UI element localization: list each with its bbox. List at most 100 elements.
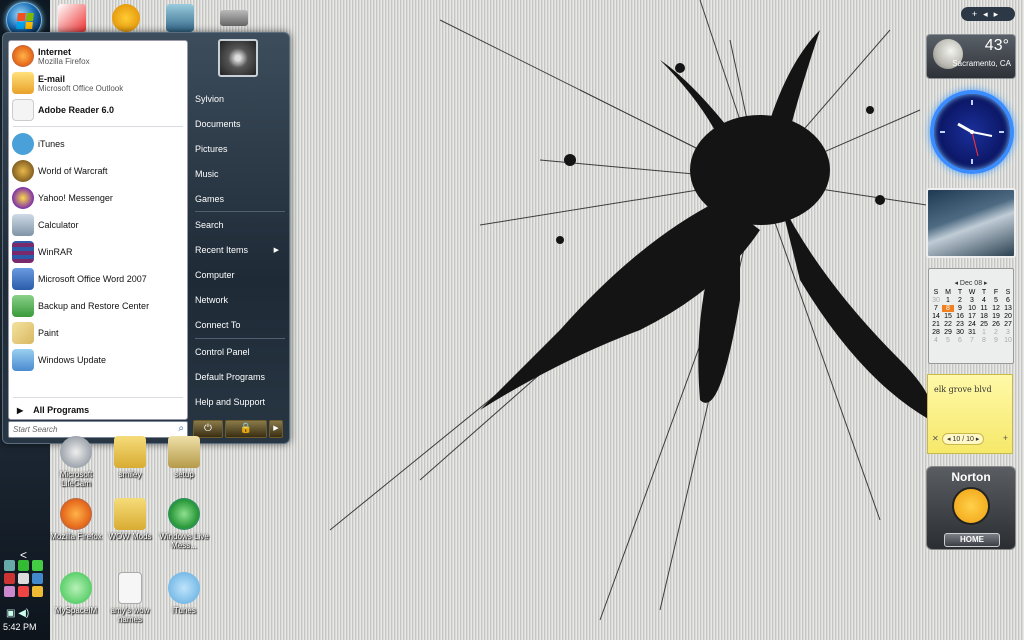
calendar-day[interactable]: 27 [1002, 321, 1014, 328]
calendar-day[interactable]: 9 [954, 305, 966, 312]
calendar-day[interactable]: 7 [966, 337, 978, 344]
pinned-email[interactable]: E-mail Microsoft Office Outlook [9, 70, 187, 96]
calendar-day[interactable]: 9 [990, 337, 1002, 344]
menu-computer[interactable]: Computer [195, 265, 285, 285]
calendar-day[interactable]: 6 [954, 337, 966, 344]
network-volume-icon[interactable]: ▣ ◀) [6, 608, 29, 619]
menu-games[interactable]: Games [195, 189, 285, 209]
clock-gadget[interactable] [930, 90, 1014, 174]
desktop-icon-firefox[interactable]: Mozilla Firefox [48, 498, 104, 541]
recent-wow[interactable]: World of Warcraft [9, 158, 187, 184]
calendar-day[interactable]: 6 [1002, 297, 1014, 304]
calendar-day[interactable]: 1 [978, 329, 990, 336]
calendar-day[interactable]: 12 [990, 305, 1002, 312]
recent-windows-update[interactable]: Windows Update [9, 347, 187, 373]
calendar-day[interactable]: 29 [942, 329, 954, 336]
drive-quicklaunch-icon[interactable] [220, 10, 248, 26]
calendar-day[interactable]: 30 [954, 329, 966, 336]
recent-calculator[interactable]: Calculator [9, 212, 187, 238]
tray-app-icon[interactable] [32, 573, 43, 584]
calendar-day[interactable]: 3 [966, 297, 978, 304]
calendar-day[interactable]: 21 [930, 321, 942, 328]
next-month-icon[interactable]: ▸ [982, 280, 988, 287]
recent-yahoo[interactable]: Yahoo! Messenger [9, 185, 187, 211]
calendar-day[interactable]: 31 [966, 329, 978, 336]
calendar-day[interactable]: 5 [990, 297, 1002, 304]
menu-network[interactable]: Network [195, 290, 285, 310]
calendar-day[interactable]: 16 [954, 313, 966, 320]
desktop-icon-wow-names[interactable]: amy's wow names [102, 572, 158, 624]
menu-help-support[interactable]: Help and Support [195, 392, 285, 412]
recent-winrar[interactable]: WinRAR [9, 239, 187, 265]
all-programs-button[interactable]: ▶ All Programs [17, 405, 89, 415]
norton-home-button[interactable]: HOME [944, 533, 1000, 547]
calendar-day[interactable]: 2 [954, 297, 966, 304]
calendar-day[interactable]: 15 [942, 313, 954, 320]
user-avatar[interactable] [218, 39, 258, 77]
recent-paint[interactable]: Paint [9, 320, 187, 346]
desktop-icon-smiley[interactable]: smiley [102, 436, 158, 479]
tray-app-icon[interactable] [4, 586, 15, 597]
menu-music[interactable]: Music [195, 164, 285, 184]
calendar-day[interactable]: 26 [990, 321, 1002, 328]
menu-recent-items[interactable]: Recent Items ▶ [195, 240, 285, 260]
calendar-day[interactable]: 17 [966, 313, 978, 320]
globe-quicklaunch-icon[interactable] [112, 4, 140, 32]
notes-gadget[interactable]: elk grove blvd ✕ ◂ 10 / 10 ▸ + [927, 374, 1013, 454]
calendar-day[interactable]: 24 [966, 321, 978, 328]
desktop-icon-live-messenger[interactable]: Windows Live Mess... [156, 498, 212, 550]
tray-messenger-icon[interactable] [18, 560, 29, 571]
calendar-day[interactable]: 28 [930, 329, 942, 336]
tray-app-icon[interactable] [18, 586, 29, 597]
tray-messenger-icon[interactable] [32, 560, 43, 571]
desktop-icon-myspaceim[interactable]: MySpaceIM [48, 572, 104, 615]
recent-backup[interactable]: Backup and Restore Center [9, 293, 187, 319]
calendar-day[interactable]: 8 [942, 305, 954, 312]
menu-pictures[interactable]: Pictures [195, 139, 285, 159]
calendar-day[interactable]: 14 [930, 313, 942, 320]
desktop-icon-wow-mods[interactable]: WOW Mods [102, 498, 158, 541]
calendar-day[interactable]: 4 [978, 297, 990, 304]
acrobat-quicklaunch-icon[interactable] [58, 4, 86, 32]
tray-app-icon[interactable] [18, 573, 29, 584]
calendar-day[interactable]: 2 [990, 329, 1002, 336]
menu-control-panel[interactable]: Control Panel [195, 342, 285, 362]
desktop-icon-lifecam[interactable]: Microsoft LifeCam [48, 436, 104, 488]
calendar-day[interactable]: 4 [930, 337, 942, 344]
pinned-adobe-reader[interactable]: Adobe Reader 6.0 [9, 97, 187, 123]
menu-search[interactable]: Search [195, 215, 285, 235]
add-note-icon[interactable]: + [1003, 433, 1008, 443]
recent-word[interactable]: Microsoft Office Word 2007 [9, 266, 187, 292]
calendar-day[interactable]: 3 [1002, 329, 1014, 336]
calendar-day[interactable]: 23 [954, 321, 966, 328]
menu-connect-to[interactable]: Connect To [195, 315, 285, 335]
calendar-day[interactable]: 10 [966, 305, 978, 312]
calendar-day[interactable]: 7 [930, 305, 942, 312]
calendar-day[interactable]: 19 [990, 313, 1002, 320]
calendar-day[interactable]: 20 [1002, 313, 1014, 320]
calendar-day[interactable]: 30 [930, 297, 942, 304]
calendar-gadget[interactable]: ◂ Dec 08 ▸ S M T W T F S 30 1 2 3 4 5 6 7 8 9 10 11 12 13 14 1… [928, 268, 1014, 364]
search-icon[interactable]: ⌕ [178, 423, 184, 434]
calendar-day[interactable]: 5 [942, 337, 954, 344]
power-options-arrow-icon[interactable]: ▶ [269, 420, 283, 438]
pinned-internet[interactable]: Internet Mozilla Firefox [9, 43, 187, 69]
taskbar-clock[interactable]: 5:42 PM [3, 622, 37, 632]
note-pager[interactable]: ◂ 10 / 10 ▸ [942, 433, 985, 445]
calendar-day[interactable]: 11 [978, 305, 990, 312]
calendar-day[interactable]: 13 [1002, 305, 1014, 312]
menu-default-programs[interactable]: Default Programs [195, 367, 285, 387]
lock-icon[interactable]: 🔒 [225, 420, 267, 438]
media-quicklaunch-icon[interactable] [166, 4, 194, 32]
calendar-day[interactable]: 8 [978, 337, 990, 344]
tray-app-icon[interactable] [4, 560, 15, 571]
note-text[interactable]: elk grove blvd [934, 385, 992, 394]
tray-app-icon[interactable] [4, 573, 15, 584]
delete-note-icon[interactable]: ✕ [932, 434, 939, 443]
calendar-day[interactable]: 25 [978, 321, 990, 328]
calendar-day[interactable]: 1 [942, 297, 954, 304]
calendar-day[interactable]: 22 [942, 321, 954, 328]
menu-user-folder[interactable]: Sylvion [195, 89, 285, 109]
desktop-icon-itunes[interactable]: iTunes [156, 572, 212, 615]
sidebar-controls[interactable]: +◂▸ [961, 7, 1015, 21]
